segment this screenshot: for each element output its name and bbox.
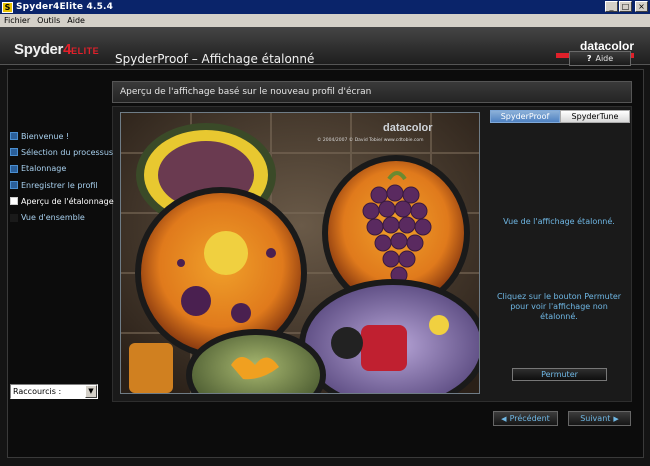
nav-item-etalonnage[interactable]: Etalonnage bbox=[10, 161, 114, 177]
window-title: Spyder4Elite 4.5.4 bbox=[16, 2, 114, 12]
calibrated-view-info: Vue de l'affichage étalonné. bbox=[503, 217, 615, 226]
nav-item-bienvenue[interactable]: Bienvenue ! bbox=[10, 128, 114, 144]
view-tabs: SpyderProof SpyderTune bbox=[490, 110, 630, 123]
arrow-left-icon: ◀ bbox=[501, 414, 507, 423]
menu-outils[interactable]: Outils bbox=[37, 16, 60, 25]
app-header: Spyder4ELITE datacolor bbox=[0, 27, 650, 65]
window-title-bar: S Spyder4Elite 4.5.4 _ □ × bbox=[0, 0, 650, 14]
shortcuts-value: Raccourcis : bbox=[13, 387, 62, 396]
shortcuts-select[interactable]: Raccourcis : ▼ bbox=[10, 384, 98, 399]
page-title: SpyderProof – Affichage étalonné bbox=[115, 52, 315, 66]
nav-item-selection[interactable]: Sélection du processus bbox=[10, 144, 114, 160]
close-button[interactable]: × bbox=[635, 1, 648, 12]
preview-image: datacolor © 2004/2007 © David Tobie/ www… bbox=[120, 112, 480, 394]
step-done-icon bbox=[10, 148, 18, 157]
previous-label: Précédent bbox=[509, 414, 550, 423]
image-watermark: datacolor bbox=[383, 122, 433, 134]
step-done-icon bbox=[10, 164, 18, 173]
app-icon: S bbox=[2, 1, 13, 13]
step-done-icon bbox=[10, 181, 18, 190]
next-label: Suivant bbox=[580, 414, 611, 423]
previous-button[interactable]: ◀ Précédent bbox=[493, 411, 558, 426]
steps-nav: Bienvenue ! Sélection du processus Etalo… bbox=[10, 128, 114, 226]
next-button[interactable]: Suivant ▶ bbox=[568, 411, 631, 426]
nav-item-vue-ensemble[interactable]: Vue d'ensemble bbox=[10, 209, 114, 225]
step-current-icon bbox=[10, 197, 18, 206]
help-icon: ? bbox=[586, 54, 592, 63]
switch-instructions: Cliquez sur le bouton Permuter pour voir… bbox=[496, 292, 622, 321]
tab-spydertune[interactable]: SpyderTune bbox=[560, 110, 630, 123]
maximize-button[interactable]: □ bbox=[619, 1, 632, 12]
menu-bar: Fichier Outils Aide bbox=[0, 14, 650, 26]
menu-aide[interactable]: Aide bbox=[67, 16, 85, 25]
help-label: Aide bbox=[595, 54, 614, 63]
step-done-icon bbox=[10, 132, 18, 141]
nav-item-apercu[interactable]: Aperçu de l'étalonnage bbox=[10, 193, 114, 209]
chevron-down-icon[interactable]: ▼ bbox=[85, 385, 97, 398]
tab-spyderproof[interactable]: SpyderProof bbox=[490, 110, 560, 123]
subtitle-bar: Aperçu de l'affichage basé sur le nouvea… bbox=[112, 81, 632, 103]
image-credit: © 2004/2007 © David Tobie/ www.cdtobie.c… bbox=[317, 136, 424, 143]
switch-button[interactable]: Permuter bbox=[512, 368, 607, 381]
minimize-button[interactable]: _ bbox=[605, 1, 618, 12]
spyder-logo: Spyder4ELITE bbox=[14, 41, 100, 58]
menu-fichier[interactable]: Fichier bbox=[4, 16, 30, 25]
arrow-right-icon: ▶ bbox=[613, 414, 619, 423]
plates-photo: datacolor © 2004/2007 © David Tobie/ www… bbox=[121, 113, 479, 393]
help-button[interactable]: ? Aide bbox=[569, 51, 631, 66]
nav-item-enregistrer[interactable]: Enregistrer le profil bbox=[10, 177, 114, 193]
step-pending-icon bbox=[10, 213, 18, 222]
